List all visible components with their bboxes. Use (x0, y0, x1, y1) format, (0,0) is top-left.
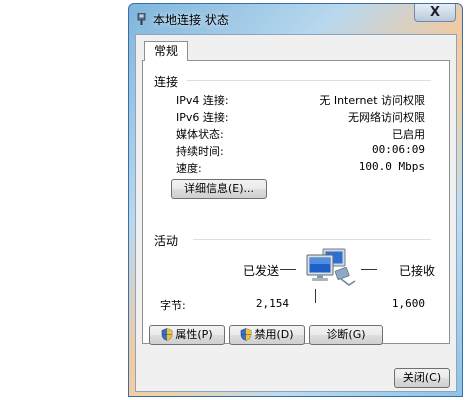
window-title: 本地连接 状态 (153, 13, 229, 27)
ipv4-label: IPv4 连接: (176, 94, 229, 107)
close-icon: X (429, 5, 441, 20)
ipv6-value: 无网络访问权限 (348, 111, 425, 124)
bytes-sent-value: 2,154 (255, 297, 289, 310)
network-icon-stem (315, 289, 316, 303)
properties-label: 属性(P) (175, 328, 213, 341)
connection-group-heading: 连接 (154, 75, 179, 89)
bytes-received-value: 1,600 (391, 297, 425, 310)
network-adapter-icon (137, 13, 146, 25)
properties-button[interactable]: 属性(P) (149, 325, 225, 345)
disable-label: 禁用(D) (254, 328, 294, 341)
close-window-button[interactable]: X (414, 4, 456, 22)
uac-shield-icon (162, 328, 173, 341)
network-computers-icon (306, 248, 356, 286)
details-button[interactable]: 详细信息(E)... (171, 179, 267, 199)
speed-label: 速度: (176, 162, 202, 175)
ipv6-label: IPv6 连接: (176, 111, 229, 124)
bytes-label: 字节: (160, 299, 186, 312)
activity-group-divider (193, 239, 431, 240)
sent-label: 已发送 (243, 264, 280, 278)
duration-label: 持续时间: (176, 145, 224, 158)
disable-button[interactable]: 禁用(D) (229, 325, 305, 345)
media-state-label: 媒体状态: (176, 128, 224, 141)
media-state-value: 已启用 (392, 128, 425, 141)
title-bar[interactable]: 本地连接 状态 X (129, 4, 462, 32)
diagnose-button[interactable]: 诊断(G) (309, 325, 383, 345)
tab-panel-general: 连接 IPv4 连接: 无 Internet 访问权限 IPv6 连接: 无网络… (142, 60, 450, 345)
connection-group-divider (187, 80, 431, 81)
close-button[interactable]: 关闭(C) (394, 368, 450, 388)
speed-value: 100.0 Mbps (358, 160, 425, 173)
status-dialog: 本地连接 状态 X 常规 连接 IPv4 连接: 无 Internet 访问权限… (128, 3, 463, 397)
duration-value: 00:06:09 (372, 143, 425, 156)
uac-shield-icon (241, 328, 252, 341)
received-label: 已接收 (399, 264, 436, 278)
tab-general[interactable]: 常规 (144, 41, 188, 61)
received-connector-line (361, 269, 377, 270)
sent-connector-line (280, 269, 296, 270)
dialog-client-area: 常规 连接 IPv4 连接: 无 Internet 访问权限 IPv6 连接: … (135, 34, 457, 392)
activity-group-heading: 活动 (154, 234, 179, 248)
ipv4-value: 无 Internet 访问权限 (319, 94, 425, 107)
